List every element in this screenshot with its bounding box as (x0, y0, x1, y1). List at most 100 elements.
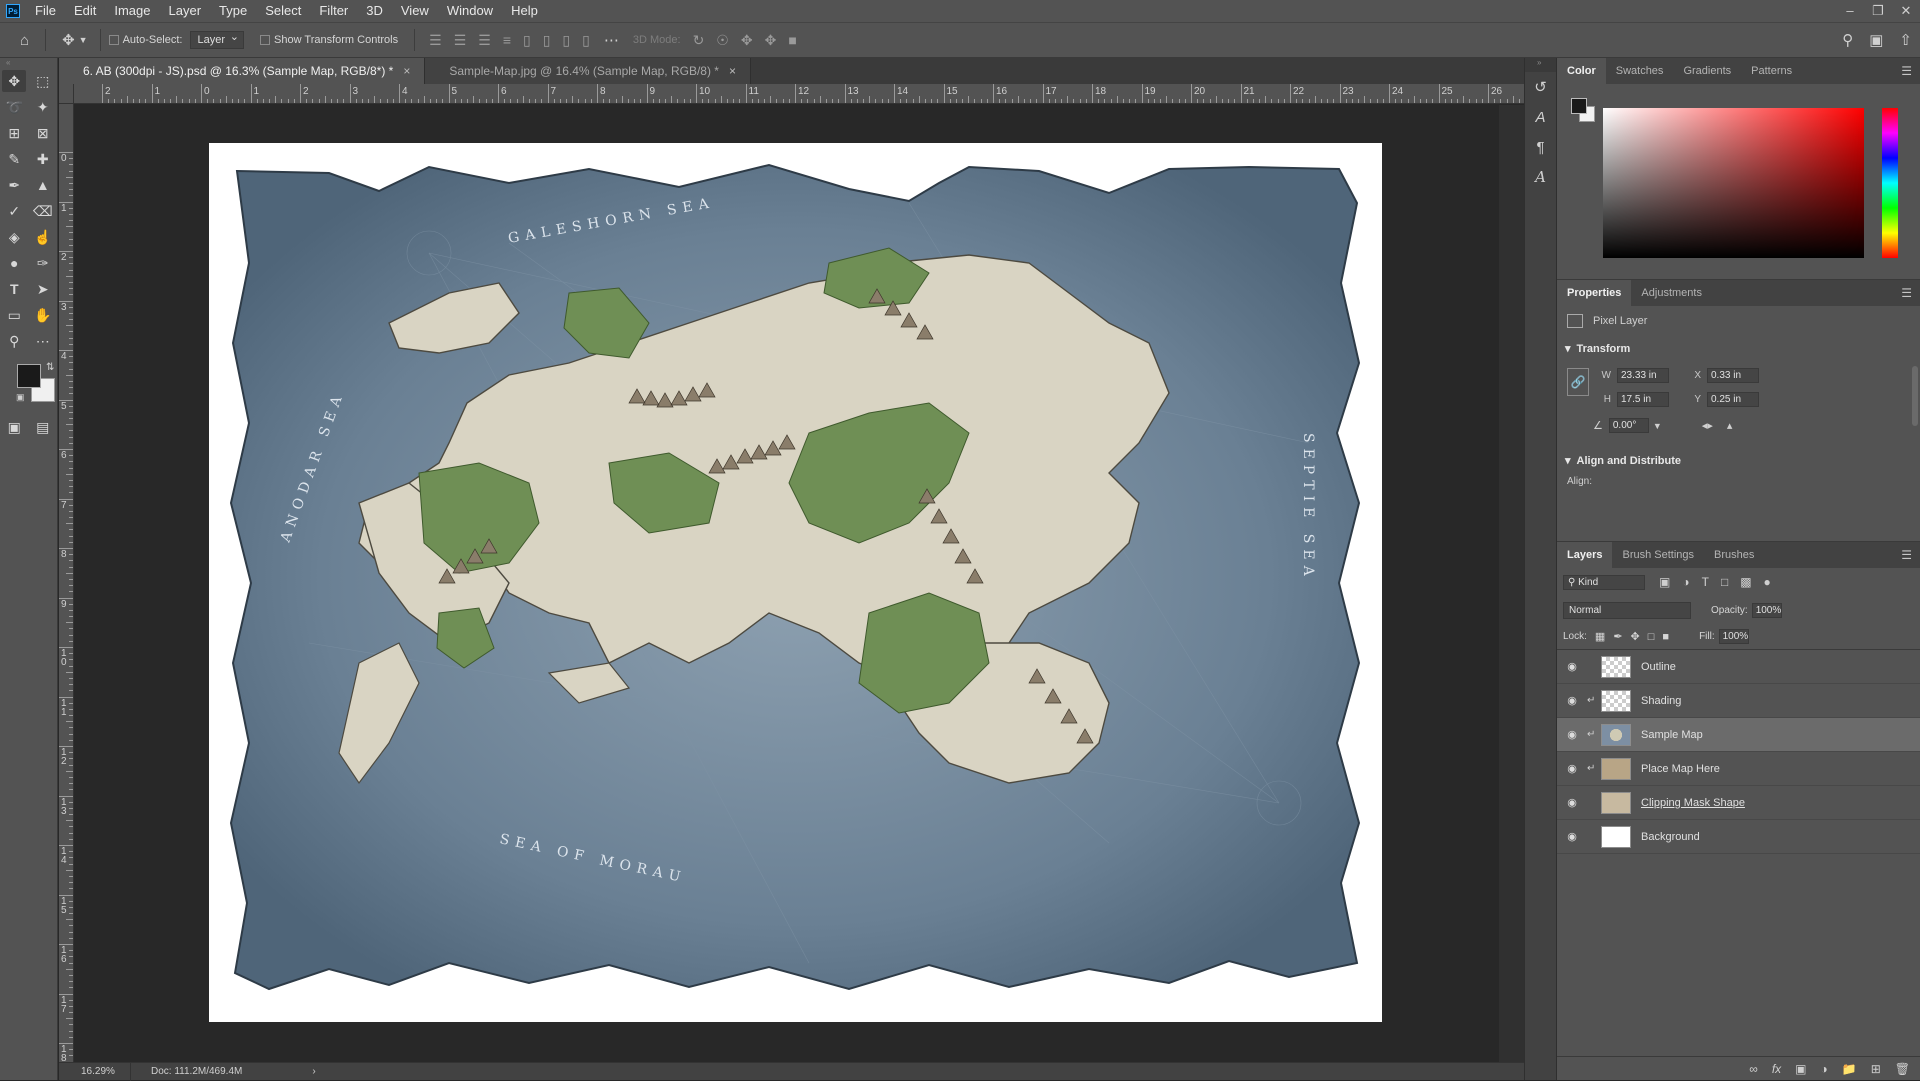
home-icon[interactable]: ⌂ (20, 32, 29, 49)
align-middle-icon[interactable]: ▯ (543, 32, 551, 49)
hand-tool-icon[interactable]: ✋ (31, 304, 55, 326)
visibility-eye-icon[interactable]: ◉ (1557, 728, 1587, 741)
lock-artboard-icon[interactable]: □ (1648, 631, 1655, 643)
canvas-area[interactable]: GALESHORN SEA ANODAR SEA SEA OF MORAU SE… (75, 105, 1499, 1062)
close-icon[interactable]: × (403, 64, 410, 78)
lock-transparent-icon[interactable]: ▦ (1595, 630, 1605, 643)
collapse-triangle-icon[interactable]: ▾ (1565, 343, 1571, 355)
hue-slider[interactable] (1882, 108, 1898, 258)
link-dimensions-icon[interactable]: 🔗 (1567, 368, 1589, 396)
panel-menu-icon[interactable]: ☰ (1901, 64, 1912, 78)
move-tool-icon[interactable]: ✥ (62, 31, 75, 49)
filter-smart-object-icon[interactable]: ▩ (1740, 575, 1751, 589)
add-mask-icon[interactable]: ▣ (1795, 1062, 1806, 1076)
workspace-icon[interactable]: ▣ (1869, 31, 1883, 49)
show-transform-checkbox[interactable]: Show Transform Controls (260, 34, 398, 46)
panel-scrollbar[interactable] (1912, 366, 1918, 426)
screen-mode-icon[interactable]: ▤ (31, 416, 55, 438)
restore-icon[interactable]: ❐ (1864, 3, 1892, 19)
minimize-icon[interactable]: – (1836, 3, 1864, 19)
smudge-icon[interactable]: ☝ (31, 226, 55, 248)
layer-row[interactable]: ◉ Background (1557, 820, 1920, 854)
3d-camera-icon[interactable]: ■ (788, 32, 796, 48)
menu-window[interactable]: Window (438, 0, 502, 22)
close-icon[interactable]: × (729, 64, 736, 78)
close-icon[interactable]: ✕ (1892, 3, 1920, 19)
link-layers-icon[interactable]: ∞ (1749, 1062, 1758, 1076)
filter-adjustment-icon[interactable]: ◑ (1682, 575, 1689, 589)
more-options-icon[interactable]: ⋯ (604, 31, 619, 49)
filter-type-icon[interactable]: T (1702, 575, 1709, 589)
align-left-icon[interactable]: ☰ (429, 32, 442, 49)
filter-toggle-icon[interactable]: ● (1764, 575, 1771, 589)
visibility-eye-icon[interactable]: ◉ (1557, 660, 1587, 673)
menu-select[interactable]: Select (256, 0, 310, 22)
3d-roll-icon[interactable]: ☉ (716, 32, 729, 49)
lock-all-icon[interactable]: ■ (1662, 631, 1669, 643)
glyphs-panel-icon[interactable]: A (1525, 162, 1556, 192)
filter-kind-dropdown[interactable]: ⚲ Kind (1563, 574, 1645, 590)
layer-row[interactable]: ◉ Outline (1557, 650, 1920, 684)
color-picker-field[interactable] (1603, 108, 1864, 258)
zoom-level[interactable]: 16.29% (59, 1062, 131, 1081)
pen-icon[interactable]: ✑ (31, 252, 55, 274)
paragraph-panel-icon[interactable]: ¶ (1525, 132, 1556, 162)
auto-select-target-dropdown[interactable]: Layer (190, 30, 245, 49)
filter-pixel-icon[interactable]: ▣ (1659, 575, 1670, 589)
chevron-right-icon[interactable]: › (312, 1066, 315, 1077)
angle-field[interactable]: 0.00° (1608, 418, 1649, 433)
visibility-eye-icon[interactable]: ◉ (1557, 694, 1587, 707)
layer-row-selected[interactable]: ◉ ↵ Sample Map (1557, 718, 1920, 752)
distribute-vertical-icon[interactable]: ▯ (582, 32, 590, 49)
ruler-origin[interactable] (59, 84, 74, 104)
tab-properties[interactable]: Properties (1557, 280, 1632, 306)
visibility-eye-icon[interactable]: ◉ (1557, 762, 1587, 775)
share-icon[interactable]: ⇧ (1899, 31, 1912, 49)
y-field[interactable]: 0.25 in (1707, 392, 1759, 407)
horizontal-ruler[interactable]: 2 1 0 1 2 3 4 5 6 7 8 9 10 11 12 13 14 15 16 17 18 19 20 21 22 23… (74, 84, 1524, 104)
menu-view[interactable]: View (392, 0, 438, 22)
chevron-down-icon[interactable]: ▼ (1653, 421, 1662, 431)
width-field[interactable]: 23.33 in (1617, 368, 1669, 383)
tab-patterns[interactable]: Patterns (1741, 58, 1802, 84)
frame-icon[interactable]: ⊠ (31, 122, 55, 144)
tab-brushes[interactable]: Brushes (1704, 542, 1764, 568)
swap-colors-icon[interactable]: ⇅ (46, 362, 54, 373)
height-field[interactable]: 17.5 in (1617, 392, 1669, 407)
history-brush-icon[interactable]: ✓ (2, 200, 26, 222)
eyedropper-icon[interactable]: ✎ (2, 148, 26, 170)
move-tool-icon[interactable]: ✥ (2, 70, 27, 92)
align-top-icon[interactable]: ▯ (523, 32, 531, 49)
menu-edit[interactable]: Edit (65, 0, 105, 22)
align-right-icon[interactable]: ☰ (478, 32, 491, 49)
panel-menu-icon[interactable]: ☰ (1901, 548, 1912, 562)
dodge-icon[interactable]: ● (2, 252, 26, 274)
lock-image-icon[interactable]: ✒ (1613, 630, 1622, 643)
path-selection-icon[interactable]: ➤ (31, 278, 55, 300)
auto-select-checkbox[interactable]: Auto-Select: (108, 34, 182, 46)
search-icon[interactable]: ⚲ (1842, 31, 1853, 49)
paint-bucket-icon[interactable]: ◈ (2, 226, 26, 248)
foreground-color-swatch[interactable] (17, 364, 41, 388)
flip-horizontal-icon[interactable]: ◂▸ (1702, 419, 1713, 432)
lock-position-icon[interactable]: ✥ (1631, 630, 1640, 643)
crop-icon[interactable]: ⊞ (2, 122, 26, 144)
layer-row[interactable]: ◉ ↵ Place Map Here (1557, 752, 1920, 786)
filter-shape-icon[interactable]: □ (1721, 575, 1728, 589)
fill-field[interactable]: 100% (1718, 629, 1749, 644)
visibility-eye-icon[interactable]: ◉ (1557, 796, 1587, 809)
rectangular-marquee-icon[interactable]: ⬚ (31, 70, 55, 92)
menu-help[interactable]: Help (502, 0, 547, 22)
menu-type[interactable]: Type (210, 0, 256, 22)
character-panel-icon[interactable]: A (1525, 102, 1556, 132)
new-layer-icon[interactable]: ⊞ (1871, 1062, 1881, 1076)
tab-document-psd[interactable]: 6. AB (300dpi - JS).psd @ 16.3% (Sample … (59, 58, 426, 84)
panel-menu-icon[interactable]: ☰ (1901, 286, 1912, 300)
align-center-icon[interactable]: ☰ (454, 32, 467, 49)
3d-slide-icon[interactable]: ✥ (765, 32, 777, 49)
collapse-triangle-icon[interactable]: ▾ (1565, 455, 1571, 467)
menu-3d[interactable]: 3D (357, 0, 392, 22)
layer-style-icon[interactable]: fx (1772, 1062, 1781, 1076)
tab-color[interactable]: Color (1557, 58, 1606, 84)
align-bottom-icon[interactable]: ▯ (562, 32, 570, 49)
